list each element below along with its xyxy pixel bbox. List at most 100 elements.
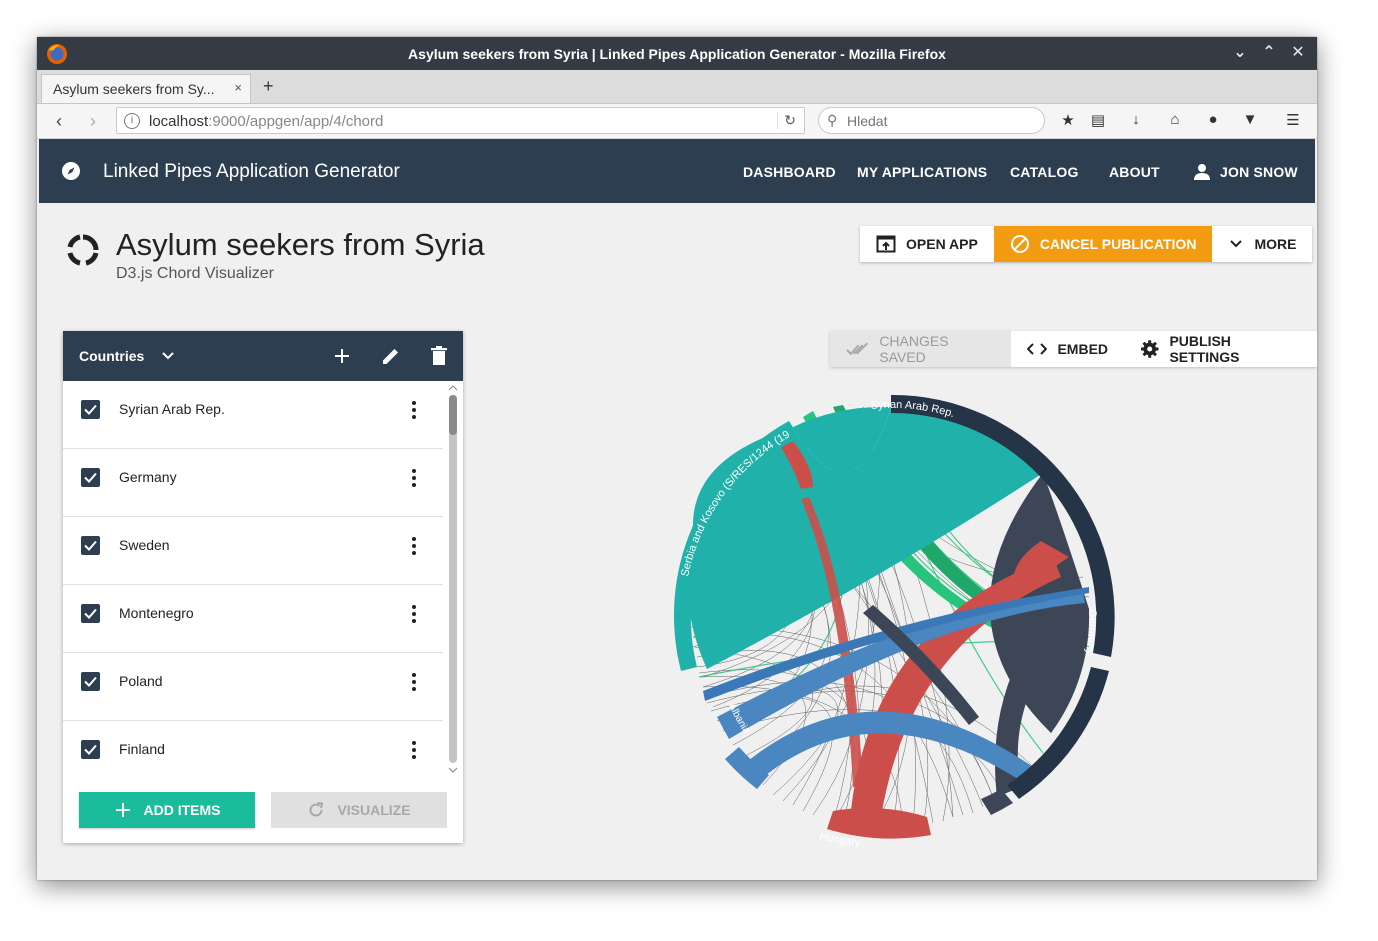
maximize-icon[interactable]: ⌃	[1258, 42, 1280, 64]
downloads-icon[interactable]: ↓	[1125, 111, 1147, 131]
search-icon: ⚲	[827, 112, 838, 128]
chord-diagram[interactable]: Syrian Arab Rep. Serbia and Kosovo (S/RE…	[653, 377, 1133, 857]
more-vert-icon[interactable]	[409, 467, 419, 489]
nav-dashboard[interactable]: DASHBOARD	[743, 164, 836, 180]
arc-germany-end[interactable]	[981, 789, 1013, 815]
list-item[interactable]: Sweden	[63, 517, 443, 585]
forward-icon[interactable]: ›	[82, 111, 104, 131]
delete-icon[interactable]	[428, 345, 450, 367]
search-input[interactable]	[845, 112, 1034, 130]
reload-icon[interactable]: ↻	[777, 112, 796, 129]
embed-label: EMBED	[1057, 341, 1109, 357]
title-bar: Asylum seekers from Syria | Linked Pipes…	[37, 37, 1317, 70]
open-in-icon	[876, 235, 896, 253]
checkbox[interactable]	[81, 536, 100, 555]
list-item-label: Sweden	[119, 537, 170, 553]
add-items-label: ADD ITEMS	[143, 802, 221, 818]
browser-window: Asylum seekers from Syria | Linked Pipes…	[37, 37, 1317, 880]
embed-button[interactable]: EMBED	[1011, 331, 1125, 367]
page-title: Asylum seekers from Syria	[116, 227, 485, 262]
more-vert-icon[interactable]	[409, 671, 419, 693]
chord-app-icon	[67, 234, 99, 266]
reading-list-icon[interactable]: ▤	[1087, 111, 1109, 131]
code-icon	[1027, 343, 1048, 355]
list-item[interactable]: Germany	[63, 449, 443, 517]
country-list: Syrian Arab Rep. Germany Sweden Monteneg…	[63, 381, 443, 775]
block-icon	[1010, 235, 1029, 253]
list-item-label: Syrian Arab Rep.	[119, 401, 225, 417]
checkbox[interactable]	[81, 740, 100, 759]
checkbox[interactable]	[81, 604, 100, 623]
more-vert-icon[interactable]	[409, 739, 419, 761]
publish-settings-label: PUBLISH SETTINGS	[1169, 333, 1240, 365]
done-all-icon	[846, 342, 869, 356]
url-bar[interactable]: i localhost:9000/appgen/app/4/chord ↻	[116, 107, 805, 134]
chevron-down-icon[interactable]	[157, 345, 179, 367]
open-app-button[interactable]: OPEN APP	[860, 226, 994, 262]
list-item[interactable]: Finland	[63, 721, 443, 775]
url-text: localhost:9000/appgen/app/4/chord	[149, 113, 384, 130]
edit-icon[interactable]	[380, 345, 402, 367]
menu-icon[interactable]: ☰	[1282, 111, 1304, 131]
home-icon[interactable]: ⌂	[1164, 111, 1186, 131]
cancel-publication-label: CANCEL PUBLICATION	[1039, 236, 1197, 252]
bookmark-star-icon[interactable]: ★	[1057, 111, 1079, 131]
list-item-label: Poland	[119, 673, 163, 689]
list-item[interactable]: Poland	[63, 653, 443, 721]
open-app-label: OPEN APP	[906, 236, 978, 252]
minimize-icon[interactable]: ⌄	[1229, 42, 1251, 64]
app-name[interactable]: Linked Pipes Application Generator	[103, 161, 400, 183]
arc-hungary[interactable]	[827, 808, 931, 839]
gear-icon	[1141, 340, 1159, 358]
add-icon[interactable]	[331, 345, 353, 367]
app-actions: OPEN APP CANCEL PUBLICATION MORE	[860, 226, 1313, 262]
info-icon[interactable]: i	[124, 113, 140, 129]
more-button[interactable]: MORE	[1212, 226, 1313, 262]
visualize-label: VISUALIZE	[337, 802, 411, 818]
navigation-bar: ‹ › i localhost:9000/appgen/app/4/chord …	[37, 104, 1317, 139]
window-title: Asylum seekers from Syria | Linked Pipes…	[408, 46, 946, 62]
cancel-publication-button[interactable]: CANCEL PUBLICATION	[993, 226, 1213, 262]
tab-close-icon[interactable]: ×	[234, 80, 242, 95]
close-window-icon[interactable]: ✕	[1287, 42, 1309, 64]
countries-panel: Countries Syrian Arab Rep. Germany Swede…	[63, 331, 463, 843]
user-icon[interactable]	[1193, 163, 1211, 181]
list-item[interactable]: Montenegro	[63, 585, 443, 653]
browser-tab[interactable]: Asylum seekers from Sy... ×	[41, 74, 251, 103]
list-item[interactable]: Syrian Arab Rep.	[63, 381, 443, 449]
more-vert-icon[interactable]	[409, 535, 419, 557]
page-subtitle: D3.js Chord Visualizer	[116, 265, 274, 282]
add-icon	[115, 803, 130, 817]
nav-user[interactable]: JON SNOW	[1220, 164, 1298, 180]
checkbox[interactable]	[81, 672, 100, 691]
pocket-icon[interactable]: ▼	[1239, 111, 1261, 131]
chat-icon[interactable]: ●	[1202, 111, 1224, 131]
app-header: Linked Pipes Application Generator DASHB…	[39, 139, 1315, 203]
list-item-label: Finland	[119, 741, 165, 757]
tab-strip: Asylum seekers from Sy... × +	[37, 70, 1317, 104]
changes-saved-label: CHANGES SAVED	[879, 333, 949, 365]
changes-saved-button: CHANGES SAVED	[830, 331, 1012, 367]
refresh-icon	[309, 802, 324, 817]
back-icon[interactable]: ‹	[48, 111, 70, 131]
checkbox[interactable]	[81, 468, 100, 487]
list-item-label: Montenegro	[119, 605, 194, 621]
tab-label: Asylum seekers from Sy...	[53, 81, 215, 97]
add-items-button[interactable]: ADD ITEMS	[79, 792, 255, 828]
new-tab-button[interactable]: +	[263, 76, 274, 97]
nav-my-applications[interactable]: MY APPLICATIONS	[857, 164, 987, 180]
more-label: MORE	[1254, 236, 1297, 252]
panel-header: Countries	[63, 331, 463, 381]
more-vert-icon[interactable]	[409, 399, 419, 421]
visualize-button[interactable]: VISUALIZE	[271, 792, 447, 828]
nav-catalog[interactable]: CATALOG	[1010, 164, 1079, 180]
checkbox[interactable]	[81, 400, 100, 419]
compass-icon[interactable]	[61, 161, 81, 181]
list-scrollbar[interactable]	[446, 383, 460, 775]
chevron-down-icon	[1230, 240, 1243, 248]
panel-title[interactable]: Countries	[79, 348, 144, 364]
nav-about[interactable]: ABOUT	[1109, 164, 1160, 180]
search-bar[interactable]: ⚲	[818, 107, 1045, 134]
publish-settings-button[interactable]: PUBLISH SETTINGS	[1124, 331, 1317, 367]
more-vert-icon[interactable]	[409, 603, 419, 625]
